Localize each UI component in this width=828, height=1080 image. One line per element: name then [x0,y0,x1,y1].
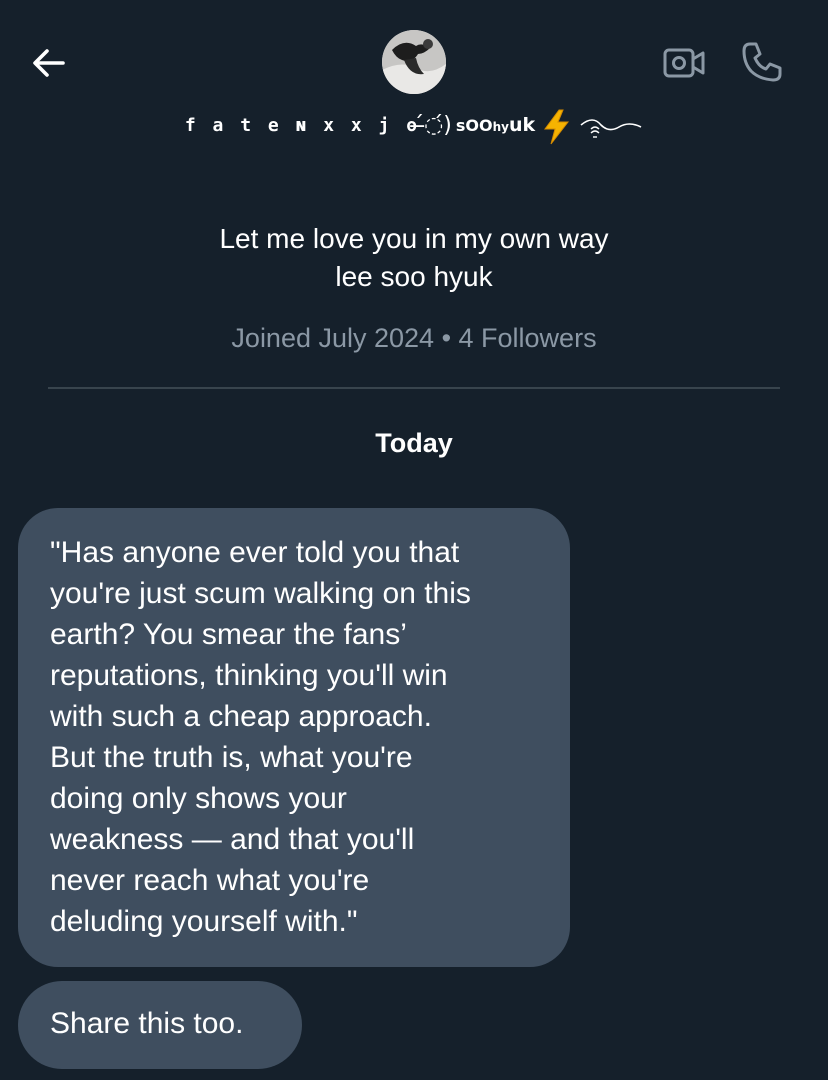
arrow-left-icon [33,49,65,77]
message-line: weakness — and that you'll [50,823,415,856]
display-name-decoration: ̶́◌́) [424,112,452,138]
message-line: But the truth is, what you're [50,741,413,774]
wave-flourish-icon [580,119,642,138]
message-bubble[interactable]: "Has anyone ever told you that you're ju… [18,508,570,967]
message-line: "Has anyone ever told you that [50,536,460,569]
profile-meta: Joined July 2024 • 4 Followers [231,323,597,353]
message-line: you're just scum walking on this [50,577,471,610]
video-call-button[interactable] [660,42,708,84]
display-name[interactable]: f a t e ɴ x x j o ̶́◌́) sOOhyuk [0,100,828,150]
message-line: doing only shows your [50,782,347,815]
date-separator: Today [375,428,453,458]
profile-bio: Let me love you in my own way lee soo hy… [0,220,828,296]
display-name-part: f a t e ɴ x x j o [184,114,421,136]
message-line: reputations, thinking you'll win [50,659,448,692]
voice-call-button[interactable] [738,38,786,86]
phone-icon [742,42,782,82]
bio-line: Let me love you in my own way [219,223,609,254]
back-button[interactable] [28,42,70,84]
avatar[interactable] [382,30,446,94]
display-name-part: sOOhyuk [455,114,536,136]
divider [48,387,780,389]
lightning-icon [544,109,570,145]
message-line: earth? You smear the fans’ [50,618,407,651]
message-bubble[interactable]: Share this too. [18,981,302,1069]
avatar-image [382,30,446,94]
message-line: never reach what you're [50,864,370,897]
video-call-icon [663,48,705,78]
message-line: with such a cheap approach. [50,700,432,733]
message-text: Share this too. [50,1007,244,1040]
bio-line: lee soo hyuk [335,261,493,292]
message-line: deluding yourself with." [50,905,358,938]
